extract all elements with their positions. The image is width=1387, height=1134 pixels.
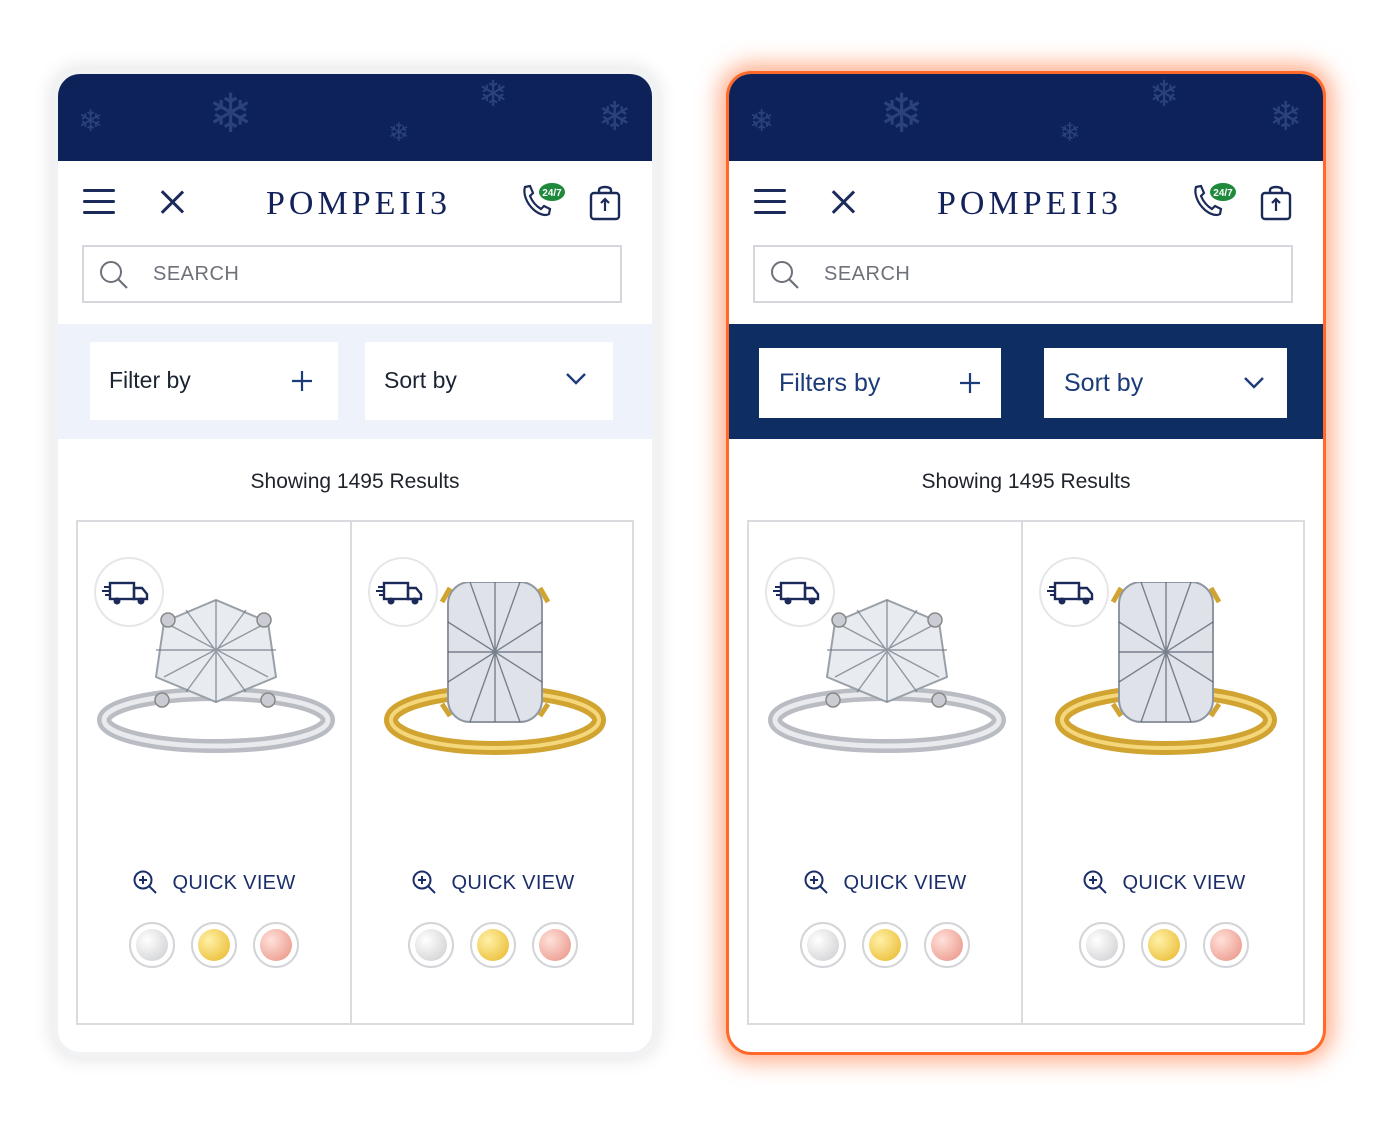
filter-button[interactable]: Filters by [759,348,1001,418]
metal-swatches [78,922,350,973]
holiday-banner: ❄ ❄ ❄ ❄ ❄ [58,74,652,161]
sort-label: Sort by [384,367,457,393]
metal-swatches [352,922,634,973]
snowflake-icon: ❄ [478,74,509,115]
shopping-bag-icon[interactable] [1259,183,1293,221]
snowflake-icon: ❄ [388,118,410,148]
snowflake-icon: ❄ [1149,74,1180,115]
filter-label: Filters by [779,369,881,397]
swatch-yellow-gold[interactable] [862,922,908,968]
menu-icon[interactable] [754,189,786,215]
phone-24-7-icon[interactable]: 24/7 [1191,181,1237,219]
chevron-down-icon [566,373,586,385]
phone-screen-left: ❄ ❄ ❄ ❄ ❄ POMPEII3 24/7 SEARCH Filter by… [58,74,652,1052]
quick-view-link[interactable]: QUICK VIEW [749,870,1021,895]
svg-text:24/7: 24/7 [542,188,562,199]
comparison-stage: ❄ ❄ ❄ ❄ ❄ POMPEII3 24/7 SEARCH Filter by… [0,0,1387,1134]
phone-screen-right: ❄ ❄ ❄ ❄ ❄ POMPEII3 24/7 SEARCH Filters b… [729,74,1323,1052]
shopping-bag-icon[interactable] [588,183,622,221]
search-icon [771,261,799,289]
header-bar: POMPEII3 24/7 [58,161,652,247]
chevron-down-icon [1244,377,1264,389]
search-icon [100,261,128,289]
swatch-white-gold[interactable] [799,922,846,968]
swatch-rose-gold[interactable] [532,922,579,968]
plus-icon [292,371,312,391]
product-grid: QUICK VIEW QUICK VIEW [747,520,1305,1025]
close-icon[interactable] [829,187,857,215]
product-card[interactable]: QUICK VIEW [78,522,352,1023]
swatch-yellow-gold[interactable] [191,922,237,968]
snowflake-icon: ❄ [1269,94,1303,140]
quick-view-link[interactable]: QUICK VIEW [352,870,634,895]
search-placeholder: SEARCH [824,263,911,285]
quick-view-label: QUICK VIEW [1122,872,1246,894]
filter-button[interactable]: Filter by [90,342,338,420]
product-image-ring [1055,582,1277,755]
zoom-in-icon [133,870,158,894]
holiday-banner: ❄ ❄ ❄ ❄ ❄ [729,74,1323,161]
brand-logo[interactable]: POMPEII3 [937,185,1122,223]
brand-logo[interactable]: POMPEII3 [266,185,451,223]
metal-swatches [749,922,1021,973]
product-card[interactable]: QUICK VIEW [352,522,634,1023]
zoom-in-icon [1083,870,1108,894]
swatch-white-gold[interactable] [128,922,175,968]
phone-24-7-icon[interactable]: 24/7 [520,181,566,219]
snowflake-icon: ❄ [879,82,925,145]
snowflake-icon: ❄ [1059,118,1081,148]
product-image-ring [97,598,335,753]
snowflake-icon: ❄ [598,94,632,140]
sort-label: Sort by [1064,369,1144,397]
sort-dropdown[interactable]: Sort by [1044,348,1287,418]
snowflake-icon: ❄ [749,104,775,139]
product-card[interactable]: QUICK VIEW [1023,522,1305,1023]
snowflake-icon: ❄ [208,82,254,145]
filter-label: Filter by [109,367,191,393]
swatch-white-gold[interactable] [1078,922,1125,968]
metal-swatches [1023,922,1305,973]
swatch-yellow-gold[interactable] [470,922,516,968]
swatch-yellow-gold[interactable] [1141,922,1187,968]
snowflake-icon: ❄ [78,104,104,139]
swatch-rose-gold[interactable] [253,922,300,968]
search-input[interactable]: SEARCH [753,245,1293,303]
results-count: Showing 1495 Results [921,470,1131,493]
menu-icon[interactable] [83,189,115,215]
quick-view-link[interactable]: QUICK VIEW [1023,870,1305,895]
product-image-ring [768,598,1006,753]
search-input[interactable]: SEARCH [82,245,622,303]
zoom-in-icon [804,870,829,894]
filter-sort-bar: Filters by Sort by [729,324,1323,439]
quick-view-link[interactable]: QUICK VIEW [78,870,350,895]
plus-icon [960,373,980,393]
header-bar: POMPEII3 24/7 [729,161,1323,247]
quick-view-label: QUICK VIEW [451,872,575,894]
search-placeholder: SEARCH [153,263,240,285]
quick-view-label: QUICK VIEW [172,872,296,894]
swatch-rose-gold[interactable] [1203,922,1250,968]
product-image-ring [384,582,606,755]
product-grid: QUICK VIEW QUICK VIEW [76,520,634,1025]
results-count: Showing 1495 Results [250,470,460,493]
close-icon[interactable] [158,187,186,215]
zoom-in-icon [412,870,437,894]
quick-view-label: QUICK VIEW [843,872,967,894]
product-card[interactable]: QUICK VIEW [749,522,1023,1023]
swatch-rose-gold[interactable] [924,922,971,968]
svg-text:24/7: 24/7 [1213,188,1233,199]
sort-dropdown[interactable]: Sort by [365,342,613,420]
filter-sort-bar: Filter by Sort by [58,324,652,439]
swatch-white-gold[interactable] [407,922,454,968]
